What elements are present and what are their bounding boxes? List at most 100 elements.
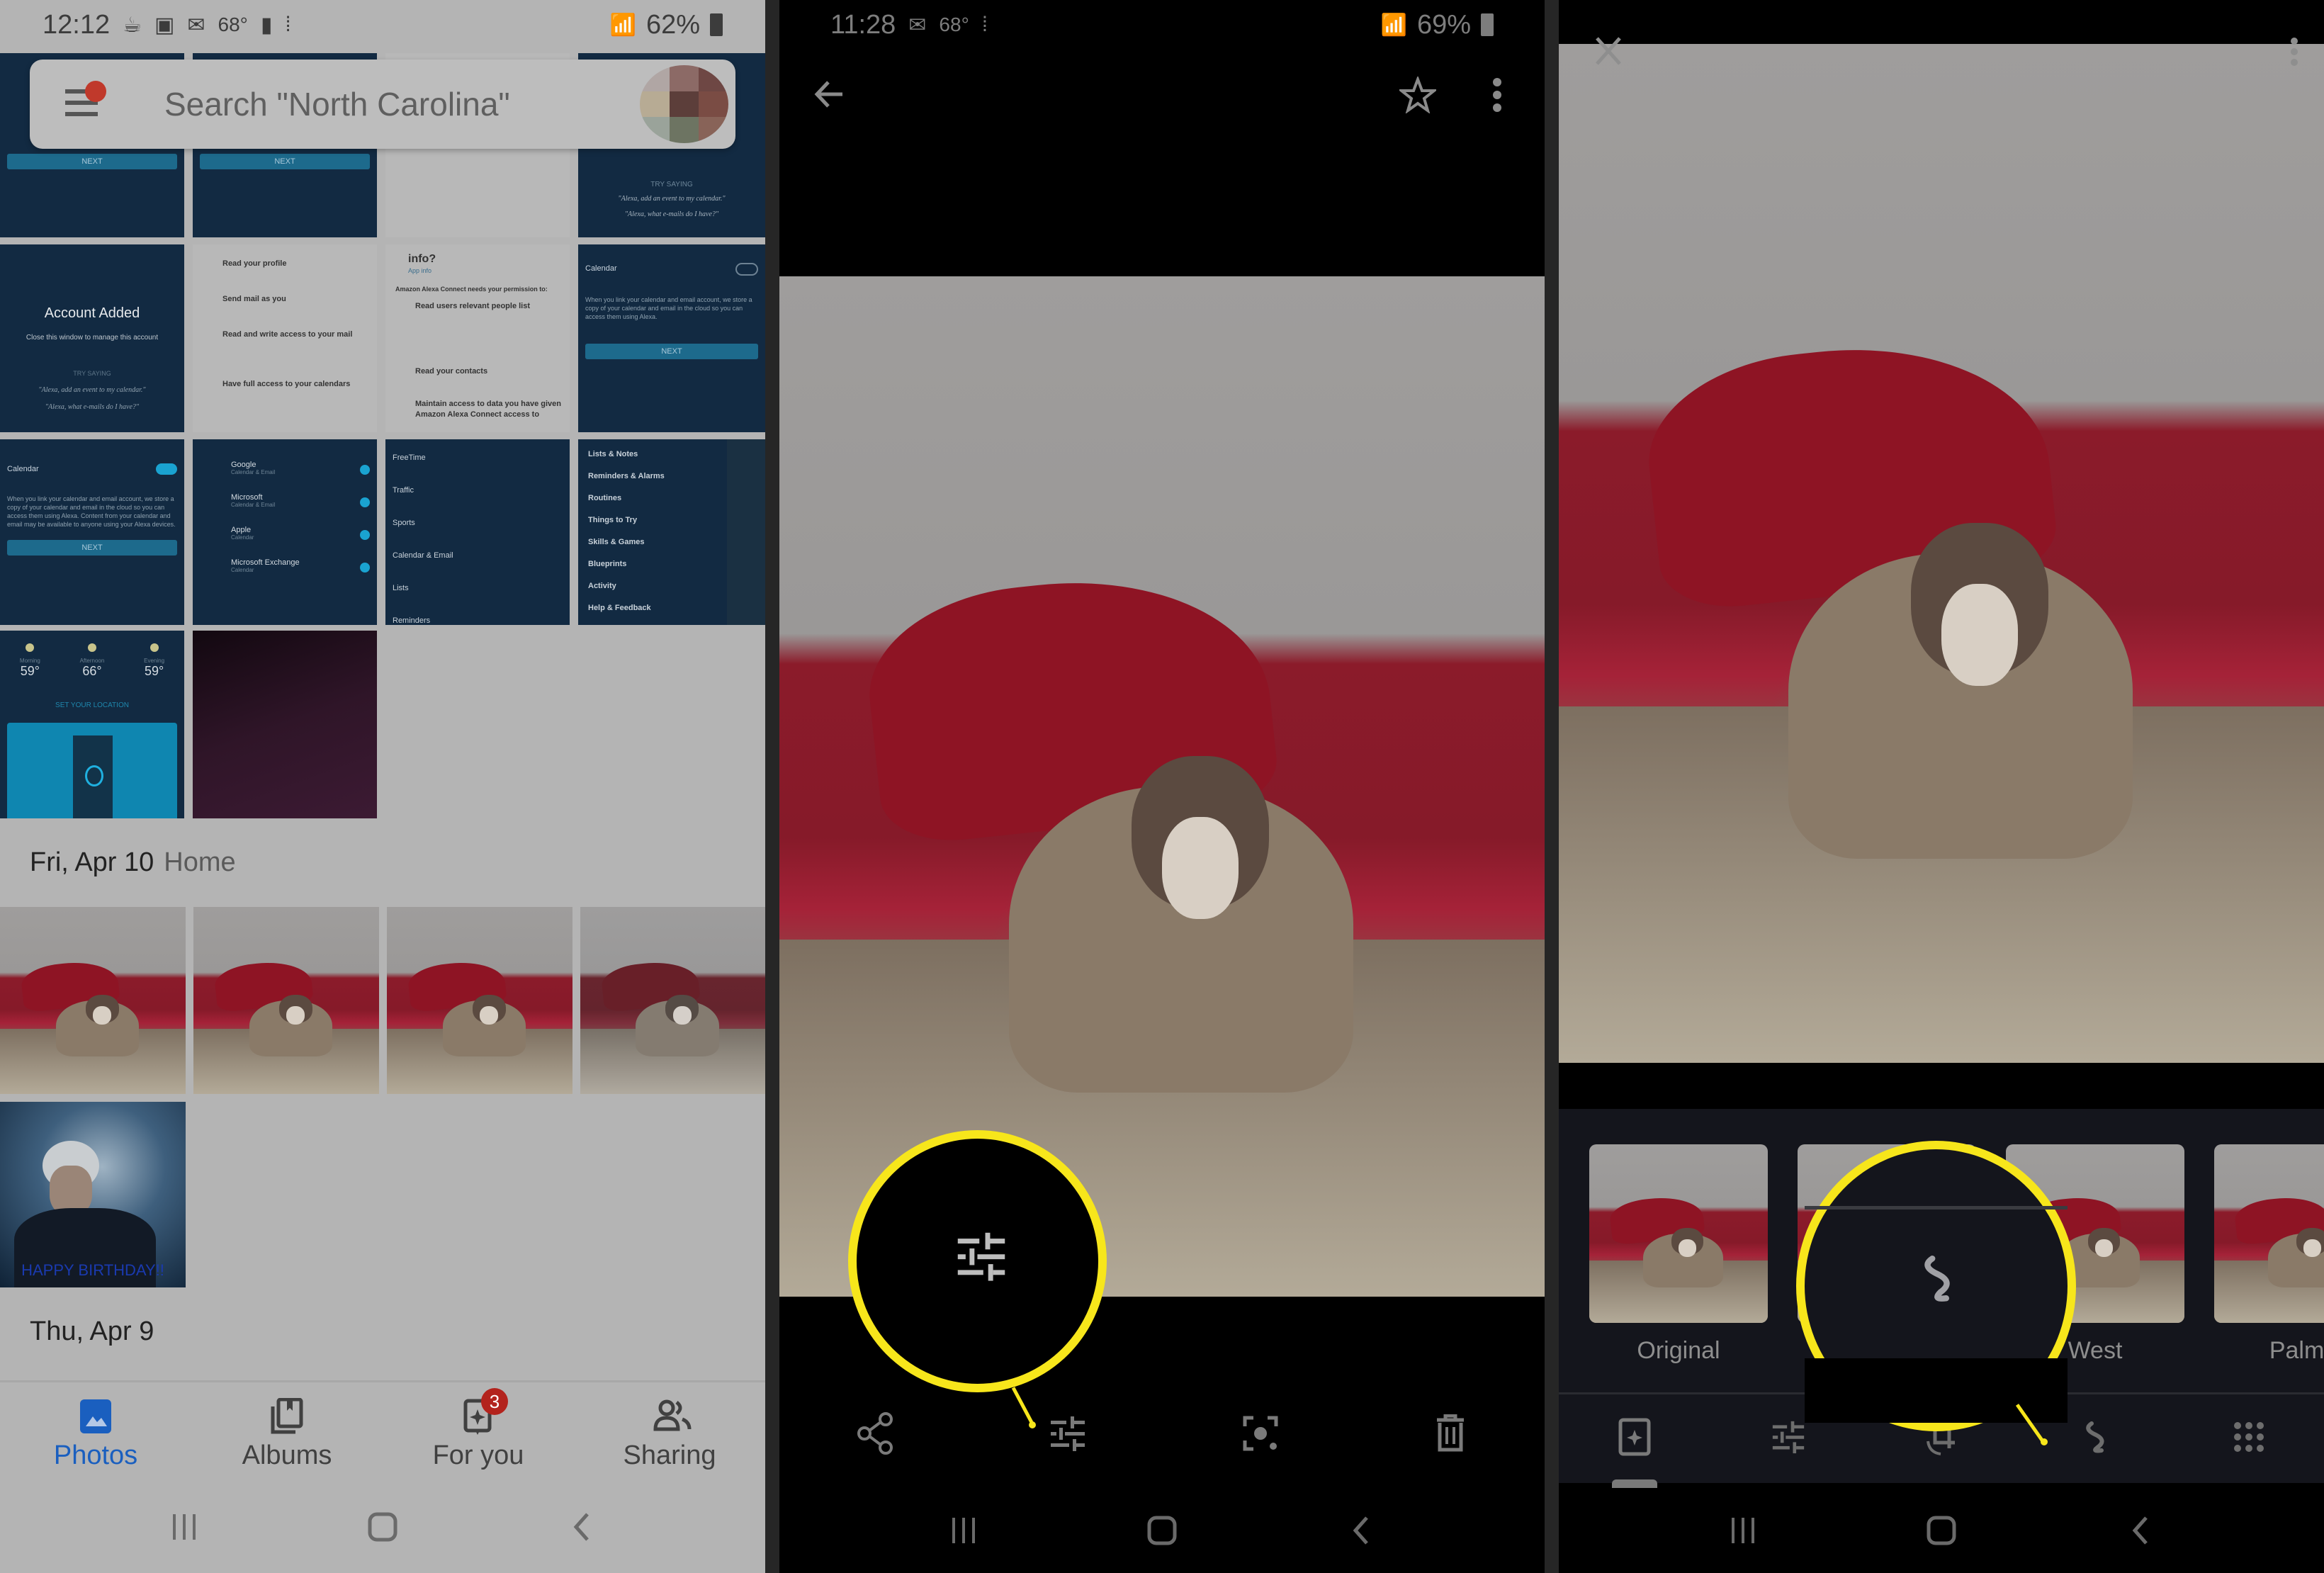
settings-item: FreeTime <box>393 453 426 462</box>
highlight-circle <box>1796 1141 2076 1431</box>
photo-thumbnail[interactable]: Morning 59° Afternoon 66° Evening 59° SET YOU… <box>0 631 184 818</box>
delete-button[interactable] <box>1434 1414 1467 1456</box>
tile-text: "Alexa, add an event to my calendar." <box>618 195 726 203</box>
dog-photo-thumbnail[interactable] <box>387 907 572 1094</box>
highlight-pointer-dot <box>2041 1438 2048 1445</box>
settings-item: Sports <box>393 519 415 527</box>
close-icon[interactable] <box>1594 35 1623 70</box>
tile-text: "Alexa, what e-mails do I have?" <box>624 210 719 218</box>
dog-photo-thumbnail[interactable] <box>580 907 765 1094</box>
photo-thumbnail[interactable]: Calendar When you link your calendar and… <box>0 439 184 625</box>
photo-thumbnail[interactable]: Read your profile Send mail as you Read … <box>193 244 377 432</box>
nav-albums[interactable]: Albums <box>191 1382 383 1482</box>
photo-thumbnail[interactable]: Account Added Close this window to manag… <box>0 244 184 432</box>
battery-percent: 62% <box>645 9 700 40</box>
filter-label: Palma <box>2269 1337 2324 1364</box>
lens-button[interactable] <box>1242 1415 1279 1455</box>
nav-for-you[interactable]: 3 For you <box>383 1382 574 1482</box>
more-options-icon[interactable] <box>1491 77 1503 117</box>
photo-thumbnail[interactable]: info? App info Amazon Alexa Connect need… <box>385 244 570 432</box>
nav-photos[interactable]: Photos <box>0 1382 191 1482</box>
photo-thumbnail[interactable] <box>193 631 377 818</box>
more-tools[interactable] <box>2233 1421 2265 1457</box>
more-options-icon[interactable] <box>2289 35 2300 72</box>
search-bar[interactable]: Search "North Carolina" <box>30 60 735 149</box>
section-date-header: Fri, Apr 10 Home <box>30 847 236 878</box>
nav-sharing[interactable]: Sharing <box>574 1382 765 1482</box>
tile-text: Maintain access to data you have given A… <box>415 400 562 419</box>
main-photo[interactable] <box>779 276 1545 1297</box>
photo-thumbnail[interactable]: Calendar When you link your calendar and… <box>578 244 765 432</box>
sun-icon <box>87 643 96 652</box>
menu-item: Lists & Notes <box>588 450 638 458</box>
tile-text: When you link your calendar and email ac… <box>585 296 752 320</box>
search-input[interactable]: Search "North Carolina" <box>164 85 510 123</box>
photos-library-screen: 12:12 ☕ ▣ ✉ 68° ▮ ⁞ 📶 62% NEXT NEXT TRY … <box>0 0 765 1573</box>
dog-photo-thumbnail[interactable] <box>0 907 186 1094</box>
weather-item: Afternoon 66° <box>80 643 104 679</box>
photo-thumbnail[interactable]: FreeTime Traffic Sports Calendar & Email Lis… <box>385 439 570 625</box>
settings-item: Lists <box>393 584 409 592</box>
home-button[interactable] <box>361 1506 404 1548</box>
weather-label: Evening <box>144 658 165 664</box>
provider-name: Google <box>231 461 256 469</box>
adjust-tool[interactable] <box>1771 1420 1805 1458</box>
recents-button[interactable] <box>163 1506 205 1548</box>
recents-button[interactable] <box>942 1509 985 1552</box>
status-time: 12:12 <box>43 9 111 40</box>
share-button[interactable] <box>857 1411 894 1458</box>
photo-viewer-screen: 11:28 ✉ 68° ⁞ 📶 69% <box>779 0 1545 1573</box>
star-icon[interactable] <box>1397 75 1438 117</box>
photo-thumbnail[interactable]: Lists & Notes Reminders & Alarms Routines T… <box>578 439 765 625</box>
tile-text: TRY SAYING <box>650 181 693 188</box>
tile-next-button: NEXT <box>7 154 177 169</box>
tile-text: Calendar <box>585 264 617 273</box>
back-button[interactable] <box>2119 1509 2161 1552</box>
back-button[interactable] <box>1339 1509 1382 1552</box>
back-arrow-icon[interactable] <box>811 77 847 115</box>
menu-item: Blueprints <box>588 560 627 568</box>
add-icon <box>360 497 370 507</box>
weather-item: Evening 59° <box>144 643 164 679</box>
system-navigation <box>1559 1492 2324 1569</box>
add-icon <box>360 530 370 540</box>
provider-item: Microsoft Calendar & Email <box>231 493 370 526</box>
tile-text: Account Added <box>44 305 140 321</box>
dog-photo-thumbnail[interactable] <box>193 907 379 1094</box>
toggle-switch <box>156 463 177 475</box>
home-button[interactable] <box>1920 1509 1963 1552</box>
tile-text: Have full access to your calendars <box>222 380 351 388</box>
fitbit-icon: ⁞ <box>981 13 988 36</box>
tile-next-button: NEXT <box>7 540 177 556</box>
provider-name: Microsoft Exchange <box>231 558 300 567</box>
section-date: Thu, Apr 9 <box>30 1317 154 1346</box>
menu-item: Skills & Games <box>588 538 645 546</box>
provider-item: Apple Calendar <box>231 526 370 558</box>
account-avatar[interactable] <box>640 65 728 143</box>
notification-dot <box>85 81 106 102</box>
status-bar: 11:28 ✉ 68° ⁞ 📶 69% <box>779 0 1545 50</box>
weather-label: Morning <box>19 658 40 664</box>
tile-text: Read and write access to your mail <box>222 330 353 339</box>
markup-tool[interactable] <box>2079 1419 2114 1458</box>
recents-button[interactable] <box>1722 1509 1764 1552</box>
tile-text: info? <box>408 253 436 265</box>
menu-icon[interactable] <box>65 81 106 119</box>
edit-button[interactable] <box>1049 1415 1086 1455</box>
menu-item: Settings <box>588 619 723 625</box>
home-button[interactable] <box>1141 1509 1183 1552</box>
birthday-photo-thumbnail[interactable]: HAPPY BIRTHDAY!! <box>0 1102 186 1287</box>
nav-label: For you <box>432 1440 524 1470</box>
suggestions-tool[interactable] <box>1612 1417 1658 1488</box>
filter-thumbnail <box>1589 1144 1768 1323</box>
weather-temp: 59° <box>144 664 164 678</box>
notification-badge: 3 <box>481 1388 508 1415</box>
filter-original[interactable]: Original <box>1589 1144 1768 1365</box>
photo-actions <box>779 1406 1545 1463</box>
markup-icon <box>1914 1252 1964 1312</box>
gmail-icon: ✉ <box>908 13 927 37</box>
settings-item: Calendar & Email <box>393 551 453 560</box>
filter-palma[interactable]: Palma <box>2214 1144 2324 1365</box>
photo-thumbnail[interactable]: Google Calendar & Email Microsoft Calendar … <box>193 439 377 625</box>
back-button[interactable] <box>560 1506 602 1548</box>
